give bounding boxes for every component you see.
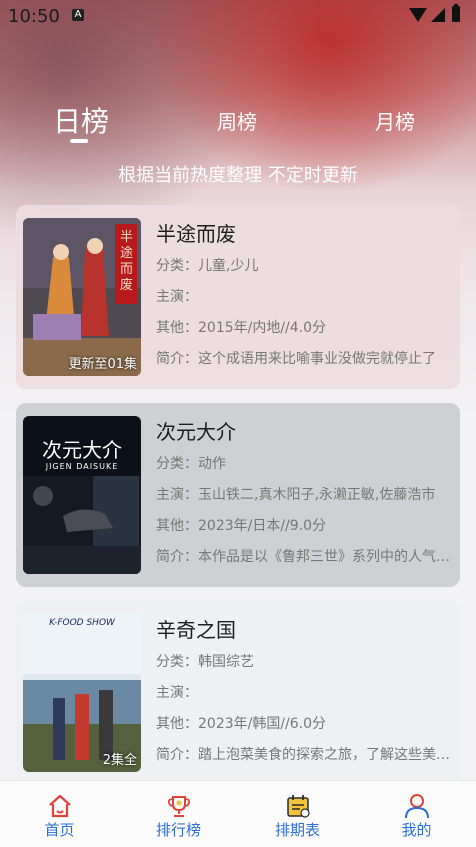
status-bar: 10:50 A (0, 0, 476, 34)
nav-schedule-label: 排期表 (274, 821, 320, 839)
nav-home-label: 首页 (44, 821, 75, 839)
ranking-card[interactable]: 次元大介 JIGEN DAISUKE 次元大介 分类：动作 主演：玉山铁二,真木… (16, 403, 460, 587)
nav-profile-label: 我的 (401, 821, 432, 839)
item-intro: 简介：踏上泡菜美食的探索之旅，了解这些美食背后的故事 (156, 747, 454, 763)
active-tab-indicator (70, 139, 88, 143)
poster-subtitle-text: JIGEN DAISUKE (45, 462, 119, 471)
nav-home[interactable]: 首页 (0, 781, 119, 847)
poster-title-text: K-FOOD SHOW (49, 618, 115, 628)
item-intro: 简介：这个成语用来比喻事业没做完就停止了 (156, 351, 436, 367)
item-other: 其他：2023年/韩国//6.0分 (156, 716, 327, 732)
bottom-navigation: 首页 排行榜 排期表 我的 (0, 780, 476, 847)
episode-badge: 更新至01集 (68, 357, 137, 372)
item-other: 其他：2015年/内地//4.0分 (156, 320, 327, 336)
notification-icon: A (72, 9, 84, 21)
status-time: 10:50 (8, 6, 60, 27)
user-icon (405, 794, 429, 819)
nav-profile[interactable]: 我的 (357, 781, 476, 847)
item-category: 分类：动作 (156, 456, 226, 472)
item-title[interactable]: 半途而废 (156, 219, 456, 249)
battery-icon (452, 4, 460, 22)
poster-image[interactable]: 半途而废 更新至01集 (23, 218, 141, 376)
poster-image[interactable]: K-FOOD SHOW 2集全 (23, 614, 141, 772)
trophy-icon (167, 796, 191, 817)
item-cast: 主演： (156, 685, 198, 701)
wifi-icon (409, 8, 427, 22)
tab-monthly[interactable]: 月榜 (375, 106, 415, 135)
ranking-card[interactable]: K-FOOD SHOW 2集全 辛奇之国 分类：韩国综艺 主演： 其他：2023… (16, 601, 460, 780)
item-cast: 主演：玉山铁二,真木阳子,永濑正敏,佐藤浩市 (156, 487, 436, 503)
nav-schedule[interactable]: 排期表 (238, 781, 357, 847)
poster-title-text: 半途而废 (120, 230, 134, 293)
item-category: 分类：韩国综艺 (156, 654, 254, 670)
nav-ranking[interactable]: 排行榜 (119, 781, 238, 847)
home-icon (49, 794, 71, 818)
signal-icon (431, 8, 445, 22)
ranking-list[interactable]: 半途而废 更新至01集 半途而废 分类：儿童,少儿 主演： 其他：2015年/内… (16, 205, 460, 780)
nav-ranking-label: 排行榜 (155, 821, 201, 839)
item-title[interactable]: 次元大介 (156, 417, 456, 447)
poster-title-text: 次元大介 (42, 438, 122, 462)
calendar-icon (287, 795, 310, 818)
item-category: 分类：儿童,少儿 (156, 258, 259, 274)
item-other: 其他：2023年/日本//9.0分 (156, 518, 327, 534)
ranking-subtitle: 根据当前热度整理 不定时更新 (118, 165, 358, 186)
ranking-tabs: 日榜 周榜 月榜 (0, 98, 476, 148)
item-intro: 简介：本作品是以《鲁邦三世》系列中的人气角色 (156, 549, 454, 565)
item-title[interactable]: 辛奇之国 (156, 615, 456, 645)
item-cast: 主演： (156, 289, 198, 305)
tab-weekly[interactable]: 周榜 (217, 106, 257, 135)
ranking-card[interactable]: 半途而废 更新至01集 半途而废 分类：儿童,少儿 主演： 其他：2015年/内… (16, 205, 460, 389)
tab-daily[interactable]: 日榜 (53, 100, 109, 140)
episode-badge: 2集全 (102, 753, 137, 768)
poster-image[interactable]: 次元大介 JIGEN DAISUKE (23, 416, 141, 574)
